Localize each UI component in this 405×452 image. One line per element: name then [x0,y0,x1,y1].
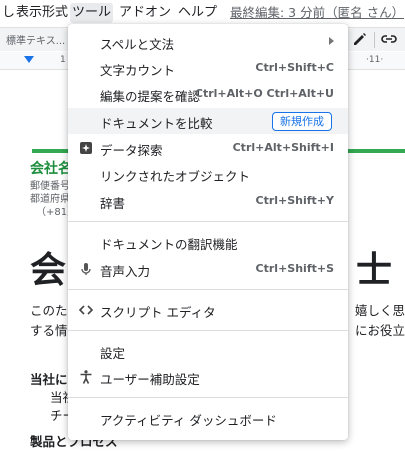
code-icon [78,305,94,315]
menu-item-word-count[interactable]: 文字カウント Ctrl+Shift+C [68,55,348,81]
menu-item-accessibility[interactable]: ユーザー補助設定 [68,364,348,390]
tools-menu: スペルと文法 文字カウント Ctrl+Shift+C 編集の提案を確認 Ctrl… [68,24,348,440]
menu-bar: し 表示形式 ツール アドオン ヘルプ 最終編集: 3 分前（匿名 さん） [0,0,405,26]
menu-item-dictionary[interactable]: 辞書 Ctrl+Shift+Y [68,188,348,214]
menu-item-label: 文字カウント [100,63,176,78]
menu-divider [68,289,348,290]
menu-item-compare-documents[interactable]: ドキュメントを比較 新規作成 [68,108,348,134]
explore-icon [80,142,92,154]
menu-item-label: ドキュメントを比較 [100,116,213,131]
company-name: 会社名 [30,161,72,177]
section-heading: 当社に [30,372,68,387]
accessibility-icon [80,370,92,384]
style-select[interactable]: 標準テキス... [6,32,65,47]
intro-text-end: 嬉しく思い [355,303,405,318]
intro-text: する情 [30,323,68,338]
document-title-end: 士 [356,250,393,291]
menu-item-preferences[interactable]: 設定 [68,338,348,364]
menu-item-shortcut: Ctrl+Shift+S [255,262,334,275]
menu-item-linked-objects[interactable]: リンクされたオブジェクト [68,161,348,187]
menu-help[interactable]: ヘルプ [176,3,219,23]
menu-item-voice-typing[interactable]: 音声入力 Ctrl+Shift+S [68,256,348,282]
document-title: 会 [30,250,67,291]
menu-item-label: スクリプト エディタ [100,305,216,320]
menu-item-review-suggestions[interactable]: 編集の提案を確認 Ctrl+Alt+O Ctrl+Alt+U [68,81,348,107]
menu-item-spelling[interactable]: スペルと文法 [68,29,348,55]
microphone-icon [81,263,91,275]
menu-item-label: 辞書 [100,196,126,211]
ruler-number: 1 [60,55,66,65]
ruler-number: ·11· [366,55,384,65]
menu-item-label: 設定 [100,346,126,361]
menu-format[interactable]: 表示形式 [14,3,70,23]
toolbar-divider [374,32,375,48]
menu-item-label: リンクされたオブジェクト [100,169,251,184]
menu-item-explore[interactable]: データ探索 Ctrl+Alt+Shift+I [68,135,348,161]
indent-marker[interactable] [24,56,34,63]
menu-addons[interactable]: アドオン [117,3,173,23]
intro-text-end: にお役立て [355,323,405,338]
menu-tools[interactable]: ツール [70,3,114,23]
link-icon[interactable] [380,31,398,47]
last-edit-link[interactable]: 最終編集: 3 分前（匿名 さん） [230,3,404,23]
menu-item-shortcut: Ctrl+Shift+Y [255,194,335,207]
menu-item-shortcut: Ctrl+Alt+O Ctrl+Alt+U [194,87,334,100]
menu-item-label: 編集の提案を確認 [100,89,201,104]
menu-item-translate[interactable]: ドキュメントの翻訳機能 [68,229,348,255]
menu-item-activity-dashboard[interactable]: アクティビティ ダッシュボード [68,405,348,431]
menu-item-label: ドキュメントの翻訳機能 [100,237,238,252]
menu-item-label: ユーザー補助設定 [100,372,200,387]
new-badge: 新規作成 [272,112,332,131]
menu-divider [68,330,348,331]
menu-item-shortcut: Ctrl+Alt+Shift+I [232,141,334,154]
submenu-arrow-icon [329,37,334,45]
menu-item-script-editor[interactable]: スクリプト エディタ [68,297,348,323]
menu-item-shortcut: Ctrl+Shift+C [255,61,334,74]
menu-item-label: スペルと文法 [100,37,175,52]
menu-item-label: 音声入力 [100,264,151,279]
menu-item-label: データ探索 [100,143,163,158]
menu-divider [68,221,348,222]
menu-item-label: アクティビティ ダッシュボード [100,413,277,428]
intro-text: このた [30,303,68,318]
menu-divider [68,397,348,398]
pencil-icon[interactable] [352,31,368,47]
